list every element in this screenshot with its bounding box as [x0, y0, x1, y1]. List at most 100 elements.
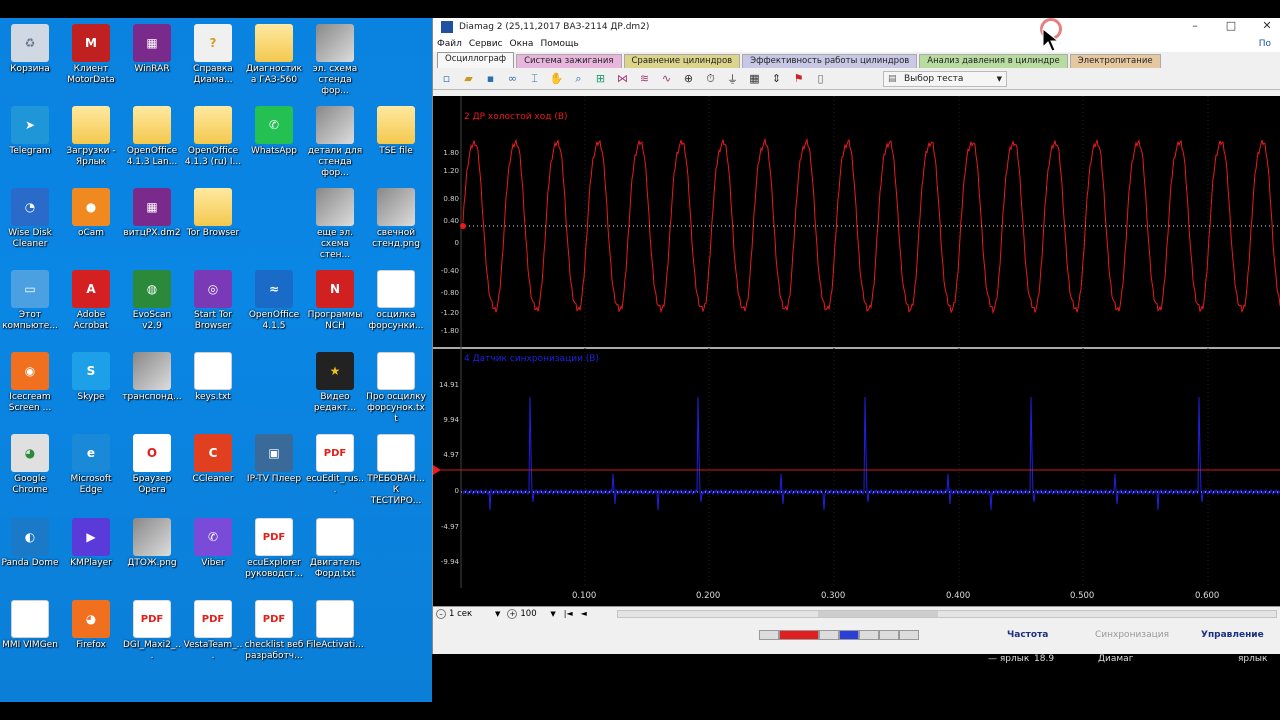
channel-button-2[interactable] [779, 630, 819, 640]
horizontal-scrollbar[interactable] [617, 610, 1277, 618]
tab-frequency[interactable]: Частота [1007, 630, 1048, 640]
desktop-icon[interactable]: C CCleaner [183, 434, 243, 485]
table-icon[interactable]: ▦ [747, 71, 762, 86]
tab-0[interactable]: Осциллограф [437, 52, 515, 68]
hand-icon[interactable]: ✋ [549, 71, 564, 86]
oscilloscope-area[interactable]: 2 ДР холостой ход (В) 4 Датчик синхрониз… [433, 96, 1280, 606]
filter-icon[interactable]: ⋈ [615, 71, 630, 86]
desktop-icon[interactable]: ◍ EvoScan v2.9 [122, 270, 182, 332]
desktop-icon[interactable]: свечной стенд.png [366, 188, 426, 250]
desktop-icon[interactable]: OpenOffice 4.1.3 (ru) I... [183, 106, 243, 168]
desktop-icon[interactable]: N Программы NCH [305, 270, 365, 332]
tab-control[interactable]: Управление [1201, 630, 1264, 640]
open-folder-icon[interactable]: ▰ [461, 71, 476, 86]
desktop-icon[interactable]: осцилка форсунки... [366, 270, 426, 332]
zoom-icon[interactable]: ⌕ [571, 71, 586, 86]
auto-icon[interactable]: ⊕ [681, 71, 696, 86]
desktop-icon[interactable]: ▭ Этот компьюте... [0, 270, 60, 332]
wave-icon[interactable]: ∿ [659, 71, 674, 86]
desktop-icon[interactable]: ✆ Viber [183, 518, 243, 569]
marker-icon[interactable]: ⚑ [791, 71, 806, 86]
desktop-icon[interactable]: PDF ecuEdit_rus... [305, 434, 365, 496]
scrollbar-thumb[interactable] [818, 611, 938, 617]
tab-2[interactable]: Сравнение цилиндров [623, 54, 741, 68]
desktop-icon[interactable]: Двигатель Форд.txt [305, 518, 365, 580]
time-icon[interactable]: ⏱ [703, 71, 718, 86]
channel-button[interactable] [759, 630, 779, 640]
overlay-icon[interactable]: ≋ [637, 71, 652, 86]
desktop-icon[interactable]: ▦ витцРХ.dm2 [122, 188, 182, 239]
desktop-icon[interactable]: ● oCam [61, 188, 121, 239]
desktop-icon[interactable]: PDF DGI_Maxi2_... [122, 600, 182, 662]
desktop-icon[interactable]: ◕ Google Chrome [0, 434, 60, 496]
minimize-button[interactable]: – [1177, 18, 1213, 36]
loop-icon[interactable]: ∞ [505, 71, 520, 86]
desktop-icon[interactable]: транспонд... [122, 352, 182, 403]
split-icon[interactable]: ⇕ [769, 71, 784, 86]
new-file-icon[interactable]: ▫ [439, 71, 454, 86]
test-select[interactable]: ▤ Выбор теста ▼ [883, 70, 1007, 87]
desktop-icon[interactable]: Tor Browser [183, 188, 243, 239]
channel-button-5[interactable] [859, 630, 879, 640]
zoom-chevron-icon[interactable]: ▼ [550, 610, 555, 618]
desktop-icon[interactable]: PDF checklist веб разработч... [244, 600, 304, 662]
desktop-icon[interactable]: ➤ Telegram [0, 106, 60, 157]
auto-scale-icon[interactable]: ⊞ [593, 71, 608, 86]
desktop-icon[interactable]: ✆ WhatsApp [244, 106, 304, 157]
desktop-icon[interactable]: e Microsoft Edge [61, 434, 121, 496]
desktop-icon[interactable]: детали для стенда фор... [305, 106, 365, 179]
desktop-icon[interactable]: keys.txt [183, 352, 243, 403]
desktop-icon[interactable]: ◔ Wise Disk Cleaner [0, 188, 60, 250]
tab-sync[interactable]: Синхронизация [1095, 630, 1169, 640]
menu-file[interactable]: Файл [437, 39, 462, 49]
channel-button-4[interactable] [839, 630, 859, 640]
desktop-icon[interactable]: TSE file [366, 106, 426, 157]
desktop-icon[interactable]: OpenOffice 4.1.3 Lan... [122, 106, 182, 168]
zoom-in-icon[interactable]: + [507, 608, 518, 619]
page-icon[interactable]: ▯ [813, 71, 828, 86]
desktop-icon[interactable]: ★ Видео редакт... [305, 352, 365, 414]
menu-right-link[interactable]: По [1259, 39, 1271, 49]
desktop-icon[interactable]: Диагностика ГАЗ-560 [244, 24, 304, 86]
zoom-select[interactable]: 100 [520, 609, 550, 619]
desktop-icon[interactable]: ◎ Start Tor Browser [183, 270, 243, 332]
desktop-icon[interactable]: ТРЕБОВАН... К ТЕСТИРО... [366, 434, 426, 507]
desktop-icon[interactable]: ♻ Корзина [0, 24, 60, 75]
desktop-icon[interactable]: ? Справка Диама... [183, 24, 243, 86]
close-button[interactable]: ✕ [1249, 18, 1280, 36]
menu-windows[interactable]: Окна [510, 39, 534, 49]
tab-4[interactable]: Анализ давления в цилиндре [919, 54, 1068, 68]
desktop-icon[interactable]: A Adobe Acrobat [61, 270, 121, 332]
desktop-icon[interactable]: ▦ WinRAR [122, 24, 182, 75]
desktop-icon[interactable]: S Skype [61, 352, 121, 403]
desktop-icon[interactable]: ДТОЖ.png [122, 518, 182, 569]
oscilloscope-svg[interactable] [433, 96, 1280, 606]
desktop-icon[interactable]: еще эл. схема стен... [305, 188, 365, 261]
menu-service[interactable]: Сервис [469, 39, 503, 49]
tab-3[interactable]: Эффективность работы цилиндров [742, 54, 918, 68]
tab-1[interactable]: Система зажигания [516, 54, 622, 68]
channel-button-3[interactable] [819, 630, 839, 640]
desktop-icon[interactable]: ▣ IP-TV Плеер [244, 434, 304, 485]
desktop-icon[interactable]: Про осцилку форсунок.txt [366, 352, 426, 425]
desktop-icon[interactable]: ◐ Panda Dome [0, 518, 60, 569]
menu-help[interactable]: Помощь [540, 39, 578, 49]
desktop-icon[interactable]: ▶ KMPlayer [61, 518, 121, 569]
desktop-icon[interactable]: O Браузер Opera [122, 434, 182, 496]
timebase-chevron-icon[interactable]: ▼ [495, 610, 500, 618]
desktop-icon[interactable]: ≈ OpenOffice 4.1.5 [244, 270, 304, 332]
desktop-icon[interactable]: ◕ Firefox [61, 600, 121, 651]
first-page-button[interactable]: |◄ [564, 609, 573, 618]
desktop-icon[interactable]: M Клиент MotorData [61, 24, 121, 86]
prev-page-button[interactable]: ◄ [581, 609, 587, 618]
tab-5[interactable]: Электропитание [1069, 54, 1161, 68]
trigger-icon[interactable]: ⏚ [725, 71, 740, 86]
channel-button-6[interactable] [879, 630, 899, 640]
zoom-out-icon[interactable]: – [436, 608, 446, 619]
channel-button-7[interactable] [899, 630, 919, 640]
desktop-icon[interactable]: PDF ecuExplorer руководст... [244, 518, 304, 580]
desktop-icon[interactable]: MMI VIMGen [0, 600, 60, 651]
maximize-button[interactable]: □ [1213, 18, 1249, 36]
desktop-icon[interactable]: эл. схема стенда фор... [305, 24, 365, 97]
cursor-icon[interactable]: ⌶ [527, 71, 542, 86]
